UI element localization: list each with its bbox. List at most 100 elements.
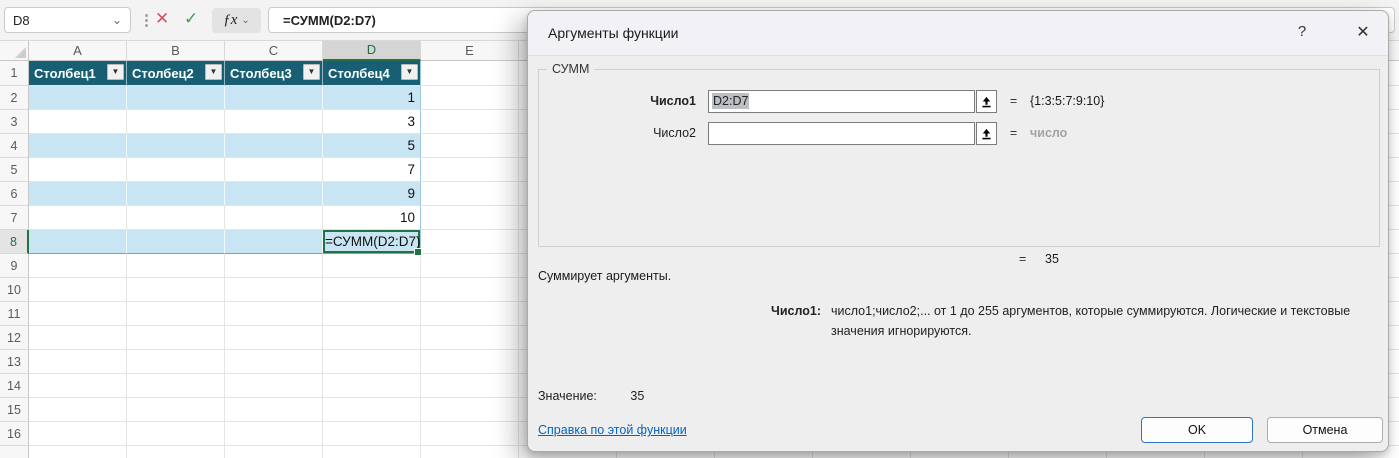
cell-C8[interactable] — [225, 230, 323, 254]
cell-E13[interactable] — [421, 350, 519, 374]
cancel-formula-icon[interactable]: ✕ — [155, 9, 169, 29]
row-header-6[interactable]: 6 — [0, 182, 29, 206]
cell-B14[interactable] — [127, 374, 225, 398]
row-header-13[interactable]: 13 — [0, 350, 29, 374]
cell-A13[interactable] — [29, 350, 127, 374]
column-header-E[interactable]: E — [421, 40, 519, 61]
function-help-link[interactable]: Справка по этой функции — [538, 423, 687, 437]
row-header-7[interactable]: 7 — [0, 206, 29, 230]
cell-E10[interactable] — [421, 278, 519, 302]
collapse-dialog-button[interactable] — [976, 121, 997, 145]
cell-B4[interactable] — [127, 134, 225, 158]
cell-E12[interactable] — [421, 326, 519, 350]
cancel-button[interactable]: Отмена — [1267, 417, 1383, 443]
cell-A3[interactable] — [29, 110, 127, 134]
cell-B13[interactable] — [127, 350, 225, 374]
cell-C9[interactable] — [225, 254, 323, 278]
column-header-C[interactable]: C — [225, 40, 323, 61]
cell-C13[interactable] — [225, 350, 323, 374]
cell-C5[interactable] — [225, 158, 323, 182]
cell-E6[interactable] — [421, 182, 519, 206]
column-header-B[interactable]: B — [127, 40, 225, 61]
cell-B16[interactable] — [127, 422, 225, 446]
active-cell-D8[interactable]: =СУММ(D2:D7) — [323, 230, 422, 256]
cell-B8[interactable] — [127, 230, 225, 254]
cell-C6[interactable] — [225, 182, 323, 206]
arg2-input[interactable] — [708, 121, 975, 145]
cell-A15[interactable] — [29, 398, 127, 422]
row-header-8[interactable]: 8 — [0, 230, 29, 254]
row-header-10[interactable]: 10 — [0, 278, 29, 302]
cell-A16[interactable] — [29, 422, 127, 446]
cell-A12[interactable] — [29, 326, 127, 350]
cell-B10[interactable] — [127, 278, 225, 302]
cell-E14[interactable] — [421, 374, 519, 398]
cell-D14[interactable] — [323, 374, 421, 398]
cell-B9[interactable] — [127, 254, 225, 278]
table-header-cell-D1[interactable]: Столбец4 ▼ — [323, 61, 421, 86]
cell-D13[interactable] — [323, 350, 421, 374]
cell-A14[interactable] — [29, 374, 127, 398]
cell-D16[interactable] — [323, 422, 421, 446]
filter-button[interactable]: ▼ — [205, 64, 222, 80]
row-header-4[interactable]: 4 — [0, 134, 29, 158]
cell-C3[interactable] — [225, 110, 323, 134]
cell-C12[interactable] — [225, 326, 323, 350]
cell-B2[interactable] — [127, 86, 225, 110]
cell-C10[interactable] — [225, 278, 323, 302]
cell-B3[interactable] — [127, 110, 225, 134]
row-header-15[interactable]: 15 — [0, 398, 29, 422]
cell-D5[interactable]: 7 — [323, 158, 421, 182]
row-header-5[interactable]: 5 — [0, 158, 29, 182]
cell-D12[interactable] — [323, 326, 421, 350]
cell-C17[interactable] — [225, 446, 323, 458]
cell-E2[interactable] — [421, 86, 519, 110]
cell-E9[interactable] — [421, 254, 519, 278]
cell-D17[interactable] — [323, 446, 421, 458]
row-header-12[interactable]: 12 — [0, 326, 29, 350]
table-header-cell-C1[interactable]: Столбец3 ▼ — [225, 61, 323, 86]
dialog-titlebar[interactable]: Аргументы функции ? ✕ — [528, 11, 1388, 56]
cell-C16[interactable] — [225, 422, 323, 446]
cell-A10[interactable] — [29, 278, 127, 302]
cell-E16[interactable] — [421, 422, 519, 446]
table-header-cell-B1[interactable]: Столбец2 ▼ — [127, 61, 225, 86]
cell-A2[interactable] — [29, 86, 127, 110]
cell-D3[interactable]: 3 — [323, 110, 421, 134]
cell-A11[interactable] — [29, 302, 127, 326]
row-header-17[interactable] — [0, 446, 29, 458]
cell-B15[interactable] — [127, 398, 225, 422]
cell-E8[interactable] — [421, 230, 519, 254]
cell-A8[interactable] — [29, 230, 127, 254]
column-header-D[interactable]: D — [323, 40, 421, 61]
row-header-1[interactable]: 1 — [0, 61, 29, 86]
cell-E5[interactable] — [421, 158, 519, 182]
cell-B5[interactable] — [127, 158, 225, 182]
filter-button[interactable]: ▼ — [303, 64, 320, 80]
cell-C7[interactable] — [225, 206, 323, 230]
fill-handle[interactable] — [414, 248, 422, 256]
cell-E11[interactable] — [421, 302, 519, 326]
cell-B7[interactable] — [127, 206, 225, 230]
cell-C15[interactable] — [225, 398, 323, 422]
cell-E7[interactable] — [421, 206, 519, 230]
column-header-A[interactable]: A — [29, 40, 127, 61]
collapse-dialog-button[interactable] — [976, 89, 997, 113]
cell-D6[interactable]: 9 — [323, 182, 421, 206]
cell-D4[interactable]: 5 — [323, 134, 421, 158]
cell-A6[interactable] — [29, 182, 127, 206]
cell-B6[interactable] — [127, 182, 225, 206]
row-header-3[interactable]: 3 — [0, 110, 29, 134]
insert-function-button[interactable]: ƒx ⌄ — [212, 8, 261, 33]
select-all-corner[interactable] — [0, 40, 29, 61]
row-header-9[interactable]: 9 — [0, 254, 29, 278]
cell-D11[interactable] — [323, 302, 421, 326]
ok-button[interactable]: OK — [1141, 417, 1253, 443]
cell-B11[interactable] — [127, 302, 225, 326]
row-header-2[interactable]: 2 — [0, 86, 29, 110]
arg1-input[interactable]: D2:D7 — [708, 89, 975, 113]
cell-A17[interactable] — [29, 446, 127, 458]
row-header-14[interactable]: 14 — [0, 374, 29, 398]
cell-C14[interactable] — [225, 374, 323, 398]
cell-E15[interactable] — [421, 398, 519, 422]
